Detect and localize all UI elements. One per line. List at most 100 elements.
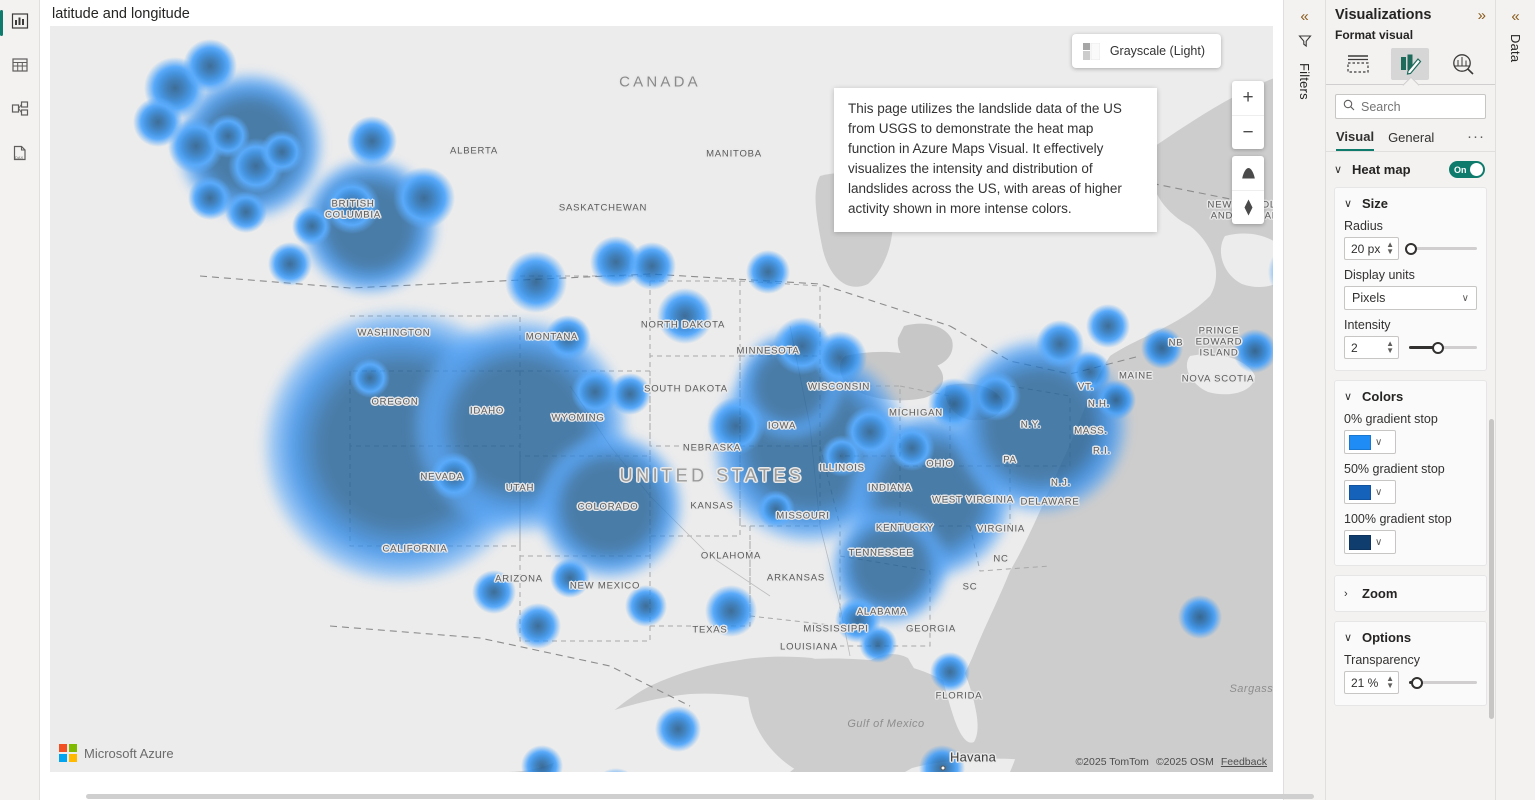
- chevron-down-icon[interactable]: ∨: [1375, 437, 1382, 448]
- intensity-slider[interactable]: [1409, 339, 1477, 357]
- size-card-header[interactable]: ∨ Size: [1344, 196, 1477, 211]
- gradient-stop-0-picker[interactable]: ∨: [1344, 430, 1396, 454]
- gradient-stop-50-picker[interactable]: ∨: [1344, 480, 1396, 504]
- heat-map-toggle[interactable]: On: [1449, 161, 1485, 178]
- analytics-tab[interactable]: [1444, 48, 1482, 80]
- transparency-slider[interactable]: [1409, 674, 1477, 692]
- radius-input[interactable]: 20 px ▲ ▼: [1344, 237, 1399, 260]
- azure-maps-visual[interactable]: CANADAALBERTASASKATCHEWANMANITOBAONTARIO…: [50, 26, 1273, 772]
- sidebar-item-dax-query-view[interactable]: DAX: [5, 140, 35, 170]
- radius-slider[interactable]: [1405, 240, 1477, 258]
- map-style-label: Grayscale (Light): [1109, 44, 1205, 58]
- size-card-title: Size: [1362, 196, 1389, 211]
- data-pane-collapsed[interactable]: « Data: [1495, 0, 1535, 800]
- zoom-in-button[interactable]: +: [1232, 81, 1264, 115]
- map-orientation-controls[interactable]: [1232, 156, 1264, 224]
- gradient-stop-0-label: 0% gradient stop: [1344, 412, 1438, 426]
- build-visual-tab[interactable]: [1339, 48, 1377, 80]
- display-units-label: Display units: [1344, 268, 1415, 282]
- color-swatch: [1349, 484, 1371, 500]
- format-settings-scroll-area[interactable]: ∨ Size Radius 20 px ▲ ▼ Display units Pi…: [1326, 187, 1495, 800]
- heat-map-toggle-state: On: [1454, 164, 1467, 175]
- chevron-down-icon[interactable]: ∨: [1334, 163, 1345, 176]
- zoom-card-title: Zoom: [1362, 586, 1398, 601]
- tab-general[interactable]: General: [1388, 130, 1434, 150]
- display-units-select[interactable]: Pixels ∨: [1344, 286, 1477, 310]
- slider-thumb: [1411, 676, 1424, 689]
- color-swatch: [1349, 534, 1371, 550]
- options-card-header[interactable]: ∨ Options: [1344, 630, 1477, 645]
- map-attribution: ©2025 TomTom ©2025 OSM Feedback: [1075, 756, 1267, 768]
- table-view-icon: [11, 56, 29, 79]
- sidebar-item-model-view[interactable]: [5, 96, 35, 126]
- transparency-input[interactable]: 21 % ▲ ▼: [1344, 671, 1399, 694]
- visualizations-pane: Visualizations » Format visual Search Vi…: [1325, 0, 1495, 800]
- filter-icon: [1297, 34, 1312, 53]
- compass-icon[interactable]: [1232, 190, 1264, 224]
- pitch-icon[interactable]: [1232, 156, 1264, 190]
- more-options-icon[interactable]: ···: [1467, 129, 1485, 147]
- zoom-card[interactable]: › Zoom: [1334, 575, 1487, 612]
- chevron-down-icon[interactable]: ∨: [1344, 631, 1355, 644]
- radius-stepper[interactable]: ▲ ▼: [1386, 241, 1394, 256]
- slider-thumb: [1405, 242, 1418, 255]
- report-view-icon: [11, 12, 29, 35]
- color-swatch: [1349, 434, 1371, 450]
- colors-card-header[interactable]: ∨ Colors: [1344, 389, 1477, 404]
- gradient-stop-100-picker[interactable]: ∨: [1344, 530, 1396, 554]
- format-tab-strip: [1326, 46, 1495, 80]
- sidebar-item-report-view[interactable]: [0, 8, 35, 38]
- visualizations-pane-header: Visualizations »: [1326, 0, 1495, 25]
- options-card-title: Options: [1362, 630, 1412, 645]
- canvas-horizontal-scrollbar[interactable]: [80, 793, 1322, 800]
- model-view-icon: [11, 100, 29, 123]
- format-pane-scrollbar[interactable]: [1489, 419, 1494, 719]
- filters-expand-icon[interactable]: «: [1300, 9, 1308, 24]
- microsoft-logo-icon: [59, 744, 77, 762]
- chevron-down-icon[interactable]: ∨: [1344, 390, 1355, 403]
- chevron-down-icon[interactable]: ∨: [1375, 487, 1382, 498]
- transparency-stepper[interactable]: ▲ ▼: [1386, 675, 1394, 690]
- zoom-out-button[interactable]: −: [1232, 115, 1264, 149]
- format-search-box[interactable]: [1335, 94, 1486, 119]
- map-style-selector[interactable]: Grayscale (Light): [1071, 34, 1221, 68]
- radius-control-row: 20 px ▲ ▼: [1344, 237, 1477, 260]
- sidebar-item-table-view[interactable]: [5, 52, 35, 82]
- azure-branding: Microsoft Azure: [59, 744, 174, 762]
- filters-pane-collapsed[interactable]: « Filters: [1283, 0, 1325, 800]
- slider-thumb: [1431, 341, 1444, 354]
- chevron-down-icon[interactable]: ∨: [1344, 197, 1355, 210]
- left-view-rail: DAX: [0, 0, 40, 800]
- city-dot-havana: [940, 765, 946, 771]
- toggle-knob: [1470, 163, 1483, 176]
- chevron-right-icon[interactable]: ›: [1344, 588, 1355, 600]
- data-expand-icon[interactable]: «: [1511, 9, 1519, 24]
- visualizations-pane-title: Visualizations: [1335, 7, 1432, 23]
- size-card: ∨ Size Radius 20 px ▲ ▼ Display units Pi…: [1334, 187, 1487, 371]
- intensity-control-row: 2 ▲ ▼: [1344, 336, 1477, 359]
- dax-query-icon: DAX: [11, 144, 29, 167]
- colors-card: ∨ Colors 0% gradient stop ∨ 50% gradient…: [1334, 380, 1487, 566]
- format-tab-divider: [1326, 84, 1495, 85]
- power-bi-report-window: DAX latitude and longitude CANADA ALBERT…: [0, 0, 1535, 800]
- search-input[interactable]: [1361, 99, 1478, 114]
- attribution-tomtom: ©2025 TomTom: [1075, 756, 1149, 768]
- data-pane-title: Data: [1508, 34, 1523, 63]
- gradient-stop-50-label: 50% gradient stop: [1344, 462, 1445, 476]
- chevron-down-icon[interactable]: ∨: [1462, 293, 1469, 304]
- intensity-stepper[interactable]: ▲ ▼: [1386, 340, 1394, 355]
- page-description-text: This page utilizes the landslide data of…: [848, 101, 1122, 216]
- chevron-down-icon[interactable]: ∨: [1375, 537, 1382, 548]
- map-zoom-controls[interactable]: + −: [1232, 81, 1264, 149]
- feedback-link[interactable]: Feedback: [1221, 756, 1267, 768]
- format-visual-subtitle: Format visual: [1335, 28, 1414, 42]
- heat-map-section-header[interactable]: ∨ Heat map On: [1326, 152, 1495, 187]
- visual-title: latitude and longitude: [52, 6, 190, 22]
- svg-text:DAX: DAX: [15, 155, 24, 160]
- scrollbar-thumb[interactable]: [86, 794, 1314, 799]
- visualizations-expand-icon[interactable]: »: [1478, 8, 1486, 23]
- intensity-input[interactable]: 2 ▲ ▼: [1344, 336, 1399, 359]
- page-description-textbox: This page utilizes the landslide data of…: [834, 88, 1157, 232]
- tab-visual[interactable]: Visual: [1336, 129, 1375, 151]
- options-card: ∨ Options Transparency 21 % ▲ ▼: [1334, 621, 1487, 706]
